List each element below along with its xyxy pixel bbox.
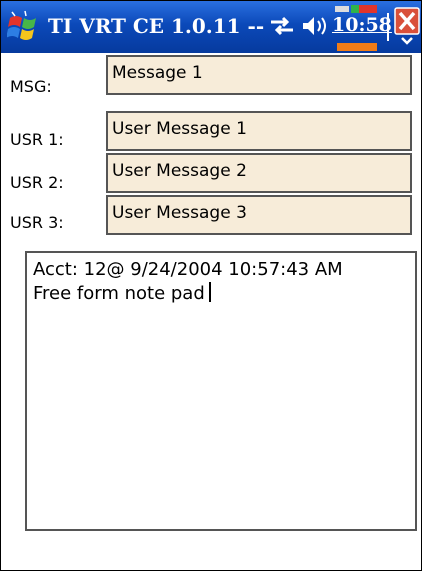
note-text: Free form note pad xyxy=(33,283,205,304)
note-line-text: Free form note pad xyxy=(33,282,415,306)
usr3-field[interactable]: User Message 3 xyxy=(106,195,412,235)
usr1-label: USR 1: xyxy=(10,130,64,149)
note-pad-textarea[interactable]: Acct: 12@ 9/24/2004 10:57:43 AM Free for… xyxy=(25,251,417,531)
msg-field[interactable]: Message 1 xyxy=(106,55,412,95)
clock[interactable]: 10:58 xyxy=(332,1,392,53)
battery-level-bar xyxy=(337,43,377,51)
connectivity-icon[interactable] xyxy=(267,13,297,39)
title-separator xyxy=(387,13,389,41)
close-icon[interactable] xyxy=(394,7,420,47)
app-window: TI VRT CE 1.0.11 -- 10:58 MSG: Message 1 xyxy=(0,0,422,571)
usr1-field[interactable]: User Message 1 xyxy=(106,111,412,151)
msg-label: MSG: xyxy=(10,77,52,96)
usr3-label: USR 3: xyxy=(10,213,64,232)
usr2-label: USR 2: xyxy=(10,173,64,192)
volume-icon[interactable] xyxy=(300,13,330,39)
usr2-field[interactable]: User Message 2 xyxy=(106,153,412,193)
note-line-account: Acct: 12@ 9/24/2004 10:57:43 AM xyxy=(33,259,343,280)
text-caret xyxy=(208,282,211,302)
title-bar: TI VRT CE 1.0.11 -- 10:58 xyxy=(1,1,421,53)
clock-time: 10:58 xyxy=(332,14,392,36)
battery-icon xyxy=(335,5,377,13)
windows-start-icon[interactable] xyxy=(7,10,43,44)
window-title: TI VRT CE 1.0.11 -- xyxy=(48,14,265,38)
